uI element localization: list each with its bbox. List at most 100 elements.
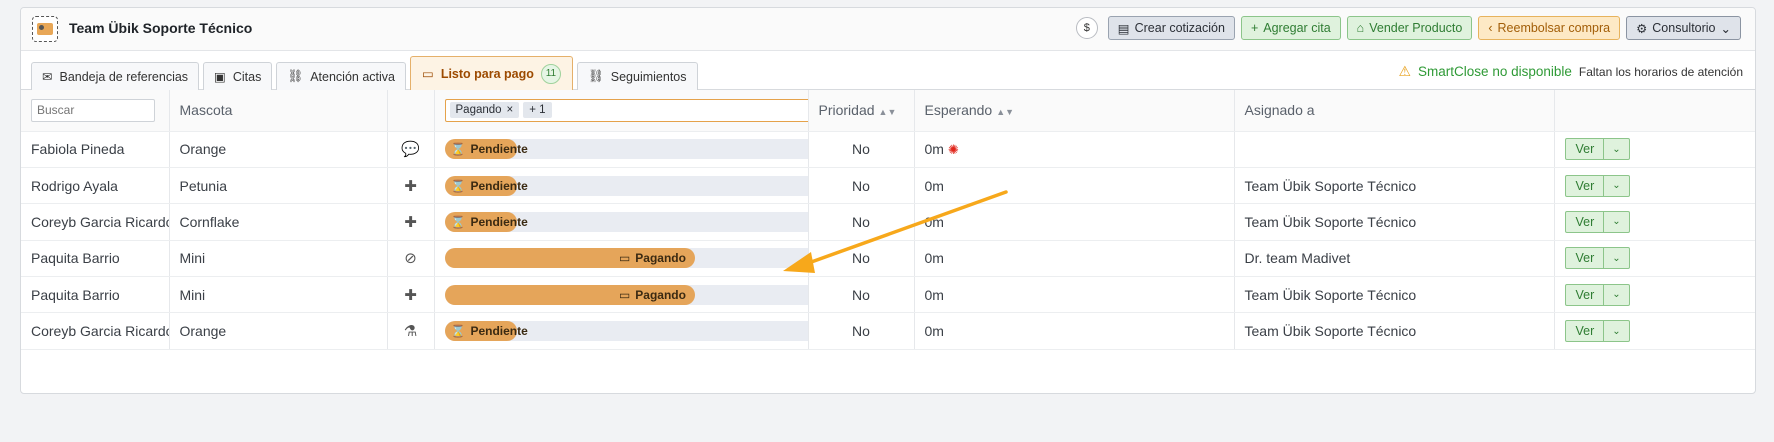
client-name: Coreyb Garcia Ricardo: [21, 312, 170, 350]
column-assigned: Asignado a: [1234, 90, 1555, 132]
hourglass-icon: ⌛: [450, 178, 466, 193]
pet-name: Orange: [169, 312, 388, 350]
column-actions: [1554, 90, 1755, 132]
view-button[interactable]: Ver ⌄: [1564, 247, 1630, 270]
waiting-cell: 0m ✺: [914, 131, 1235, 168]
table-header: Mascota Pagando × + 1 ⌄ Prioridad▲▼ Espe…: [21, 90, 1755, 132]
sell-product-button[interactable]: ⌂ Vender Producto: [1346, 16, 1473, 40]
header-actions: $ ▤ Crear cotización + Agregar cita ⌂ Ve…: [1075, 16, 1741, 40]
view-button[interactable]: Ver ⌄: [1564, 138, 1630, 161]
patients-table: Mascota Pagando × + 1 ⌄ Prioridad▲▼ Espe…: [21, 90, 1755, 350]
actions-cell: Ver ⌄: [1554, 276, 1755, 314]
refund-button[interactable]: ‹ Reembolsar compra: [1478, 16, 1621, 40]
office-select[interactable]: ⚙ Consultorio ⌄: [1626, 16, 1741, 40]
document-icon: ▤: [1117, 21, 1130, 36]
status-progress-fill: ⌛ Pendiente: [444, 211, 528, 232]
smartclose-status: ⚠ SmartClose no disponible Faltan los ho…: [1398, 63, 1743, 80]
actions-cell: Ver ⌄: [1554, 240, 1755, 278]
table-row[interactable]: Fabiola Pineda Orange 💬 ⌛ Pendiente No 0…: [21, 131, 1755, 168]
priority-cell: No: [808, 240, 915, 278]
table-row[interactable]: Paquita Barrio Mini ✚ ▭ Pagando No 0m Te…: [21, 276, 1755, 314]
column-waiting[interactable]: Esperando ▲▼: [914, 90, 1235, 132]
tab-active-care[interactable]: ⛓ Atención activa: [276, 62, 406, 90]
assigned-cell: Team Übik Soporte Técnico: [1234, 167, 1555, 205]
status-progress: ▭ Pagando: [444, 248, 807, 269]
hourglass-icon: ⌛: [450, 324, 466, 339]
waiting-cell: 0m: [914, 167, 1235, 205]
cross-icon: ✚: [404, 177, 417, 195]
status-cell: ⌛ Pendiente: [434, 131, 809, 168]
card-icon: ▭: [618, 287, 631, 302]
status-filter[interactable]: Pagando × + 1 ⌄: [444, 98, 807, 122]
status-cell: ⌛ Pendiente: [434, 203, 809, 241]
table-row[interactable]: Coreyb Garcia Ricardo Orange ⚗ ⌛ Pendien…: [21, 312, 1755, 350]
assigned-cell: Team Übik Soporte Técnico: [1234, 276, 1555, 314]
table-row[interactable]: Paquita Barrio Mini ⊘ ▭ Pagando No 0m Dr…: [21, 240, 1755, 278]
top-bar: Team Übik Soporte Técnico $ ▤ Crear coti…: [21, 8, 1755, 51]
waiting-cell: 0m: [914, 203, 1235, 241]
column-priority[interactable]: Prioridad ▲▼: [808, 90, 915, 132]
team-title: Team Übik Soporte Técnico: [69, 20, 253, 36]
assigned-cell: [1234, 131, 1555, 168]
mail-icon: ✉: [42, 70, 53, 84]
pet-name: Mini: [169, 276, 388, 314]
smartclose-note: Faltan los horarios de atención: [1578, 64, 1743, 79]
filter-chip-more: + 1: [523, 102, 552, 119]
priority-cell: No: [808, 167, 915, 205]
chevron-down-icon[interactable]: ⌄: [1604, 212, 1628, 232]
link-icon: ⛓: [587, 69, 604, 83]
client-name: Paquita Barrio: [21, 240, 170, 278]
tab-appointments[interactable]: ▣ Citas: [203, 62, 273, 90]
chevron-left-icon: ‹: [1488, 21, 1493, 35]
tabs-row: ✉ Bandeja de referencias ▣ Citas ⛓ Atenc…: [21, 51, 1755, 90]
alert-icon: ✺: [947, 141, 959, 157]
status-cell: ▭ Pagando: [434, 276, 809, 314]
chevron-down-icon[interactable]: ⌄: [1604, 139, 1628, 159]
chevron-down-icon[interactable]: ⌄: [1604, 321, 1628, 341]
status-label: Pagando: [635, 251, 686, 266]
view-button[interactable]: Ver ⌄: [1564, 320, 1630, 343]
actions-cell: Ver ⌄: [1554, 167, 1755, 205]
status-progress: ⌛ Pendiente: [444, 321, 807, 342]
visit-type-cell: ⚗: [387, 312, 435, 350]
currency-button[interactable]: $: [1075, 17, 1098, 39]
view-button[interactable]: Ver ⌄: [1564, 283, 1630, 306]
sort-icon: ▲▼: [996, 107, 1015, 118]
column-status-filter: Pagando × + 1 ⌄: [434, 90, 809, 132]
tab-ready-for-payment[interactable]: ▭ Listo para pago 11: [410, 56, 573, 90]
link-icon: ⛓: [287, 69, 304, 83]
client-name: Fabiola Pineda: [21, 131, 170, 168]
search-input[interactable]: [31, 98, 155, 122]
status-label: Pendiente: [470, 214, 528, 229]
assigned-cell: Team Übik Soporte Técnico: [1234, 312, 1555, 350]
visit-type-cell: ✚: [387, 203, 435, 241]
waiting-cell: 0m: [914, 312, 1235, 350]
pet-name: Cornflake: [169, 203, 388, 241]
table-row[interactable]: Coreyb Garcia Ricardo Cornflake ✚ ⌛ Pend…: [21, 203, 1755, 241]
tab-referrals[interactable]: ✉ Bandeja de referencias: [31, 62, 200, 90]
remove-chip-icon[interactable]: ×: [507, 104, 514, 116]
status-progress: ▭ Pagando: [444, 284, 807, 305]
add-appointment-button[interactable]: + Agregar cita: [1240, 16, 1341, 40]
chevron-down-icon[interactable]: ⌄: [1604, 285, 1628, 305]
tab-followups[interactable]: ⛓ Seguimientos: [576, 62, 698, 90]
table-row[interactable]: Rodrigo Ayala Petunia ✚ ⌛ Pendiente No 0…: [21, 167, 1755, 205]
store-icon: ⌂: [1356, 21, 1365, 35]
status-progress-fill: ⌛ Pendiente: [444, 175, 528, 196]
pet-name: Petunia: [169, 167, 388, 205]
column-type: [387, 90, 435, 132]
actions-cell: Ver ⌄: [1554, 312, 1755, 350]
view-button[interactable]: Ver ⌄: [1564, 174, 1630, 197]
chevron-down-icon[interactable]: ⌄: [1604, 248, 1628, 268]
hourglass-icon: ⌛: [450, 214, 466, 229]
clinic-logo: [32, 16, 58, 42]
create-quote-button[interactable]: ▤ Crear cotización: [1107, 16, 1235, 40]
status-cell: ⌛ Pendiente: [434, 312, 809, 350]
view-button[interactable]: Ver ⌄: [1564, 210, 1630, 233]
card-icon: ▭: [422, 67, 434, 81]
actions-cell: Ver ⌄: [1554, 203, 1755, 241]
chevron-down-icon[interactable]: ⌄: [1604, 176, 1628, 196]
smartclose-label[interactable]: SmartClose no disponible: [1418, 64, 1572, 79]
priority-cell: No: [808, 276, 915, 314]
sort-icon: ▲▼: [878, 107, 897, 118]
